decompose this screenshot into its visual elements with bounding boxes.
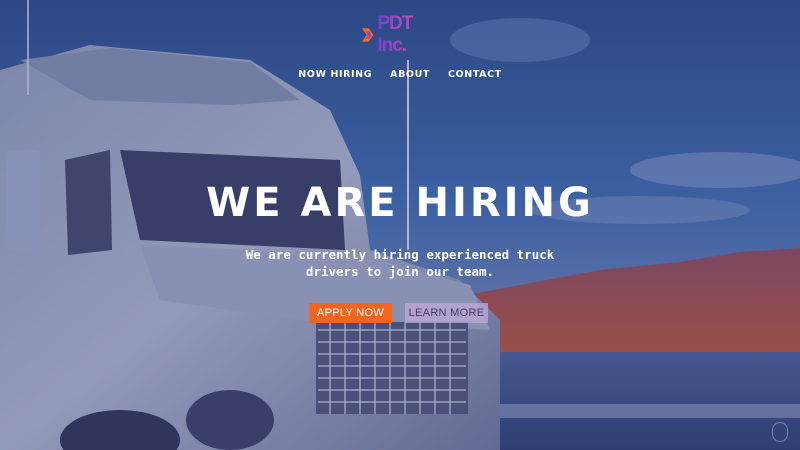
nav-item-about[interactable]: ABOUT (390, 69, 430, 80)
logo-chevron-icon (362, 28, 374, 42)
scroll-indicator-icon (772, 422, 788, 442)
apply-now-button[interactable]: APPLY NOW (309, 303, 392, 323)
logo-text: PDT Inc. (377, 13, 442, 57)
hero-section: PDT Inc. NOW HIRING ABOUT CONTACT WE ARE… (0, 0, 800, 450)
learn-more-button[interactable]: LEARN MORE (405, 303, 488, 323)
nav-item-now-hiring[interactable]: NOW HIRING (298, 69, 372, 80)
hero-headline: WE ARE HIRING (206, 180, 594, 226)
main-nav: NOW HIRING ABOUT CONTACT (0, 69, 800, 80)
cta-group: APPLY NOW LEARN MORE (309, 303, 488, 323)
brand-logo[interactable]: PDT Inc. (362, 13, 442, 56)
hero-subtext: We are currently hiring experienced truc… (245, 247, 555, 279)
nav-item-contact[interactable]: CONTACT (448, 69, 502, 80)
